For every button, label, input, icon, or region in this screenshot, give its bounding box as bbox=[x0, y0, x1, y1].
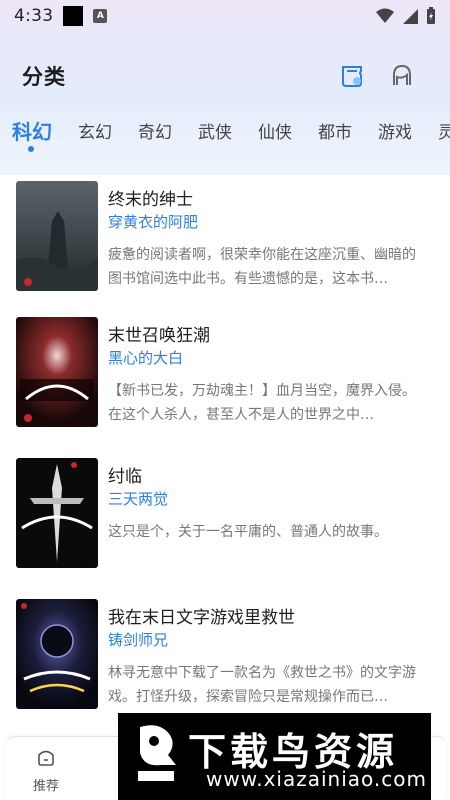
tab-scifi[interactable]: 科幻 bbox=[12, 116, 52, 145]
page-header: 分类 bbox=[0, 56, 450, 96]
book-description: 这只是个，关于一名平庸的、普通人的故事。 bbox=[108, 524, 388, 540]
book-title[interactable]: 终末的绅士 bbox=[108, 185, 193, 210]
bird-logo-icon bbox=[138, 725, 176, 781]
tab-fantasy[interactable]: 奇幻 bbox=[138, 118, 172, 143]
book-item[interactable]: 纣临 三天两觉 这只是个，关于一名平庸的、普通人的故事。 bbox=[0, 452, 450, 572]
book-cover[interactable] bbox=[16, 317, 98, 427]
book-author[interactable]: 穿黄衣的阿肥 bbox=[108, 211, 198, 232]
wifi-icon bbox=[376, 8, 394, 23]
tab-xuanhuan[interactable]: 玄幻 bbox=[78, 118, 112, 143]
user-avatar-icon[interactable] bbox=[390, 64, 414, 88]
book-author[interactable]: 铸剑师兄 bbox=[108, 629, 168, 650]
home-icon bbox=[38, 750, 54, 766]
tab-xianxia[interactable]: 仙侠 bbox=[258, 118, 292, 143]
book-item[interactable]: 我在末日文字游戏里救世 铸剑师兄 林寻无意中下载了一款名为《救世之书》的文字游戏… bbox=[0, 593, 450, 713]
book-cover[interactable] bbox=[16, 599, 98, 709]
watermark-overlay: 下载鸟资源 www.xiazainiao.com bbox=[118, 713, 431, 800]
nav-item-home[interactable]: 推荐 bbox=[26, 747, 66, 794]
tab-ling[interactable]: 灵 bbox=[438, 118, 450, 143]
book-item[interactable]: 终末的绅士 穿黄衣的阿肥 疲惫的阅读者啊，很荣幸你能在这座沉重、幽暗的图书馆间选… bbox=[0, 175, 450, 295]
book-author[interactable]: 三天两觉 bbox=[108, 488, 168, 509]
signal-icon bbox=[403, 9, 418, 24]
book-description: 疲惫的阅读者啊，很荣幸你能在这座沉重、幽暗的图书馆间选中此书。有些遗憾的是，这本… bbox=[108, 247, 416, 287]
book-item[interactable]: 末世召唤狂潮 黑心的大白 【新书已发，万劫魂主！】血月当空，魔界入侵。在这个人杀… bbox=[0, 311, 450, 431]
category-tabs: 科幻 玄幻 奇幻 武侠 仙侠 都市 游戏 灵 bbox=[0, 110, 450, 160]
book-description: 【新书已发，万劫魂主！】血月当空，魔界入侵。在这个人杀人，甚至人不是人的世界之中… bbox=[108, 383, 416, 423]
book-cover[interactable] bbox=[16, 181, 98, 291]
watermark-url: www.xiazainiao.com bbox=[206, 767, 427, 791]
page-title: 分类 bbox=[22, 65, 66, 89]
nav-label-home: 推荐 bbox=[32, 779, 59, 794]
book-title[interactable]: 末世召唤狂潮 bbox=[108, 321, 210, 346]
status-bar: 4:33 A bbox=[0, 0, 450, 32]
tab-wuxia[interactable]: 武侠 bbox=[198, 118, 232, 143]
book-description: 林寻无意中下载了一款名为《救世之书》的文字游戏。打怪升级，探索冒险只是常规操作而… bbox=[108, 665, 416, 705]
tab-game[interactable]: 游戏 bbox=[378, 118, 412, 143]
bookshelf-icon[interactable] bbox=[340, 64, 364, 88]
book-author[interactable]: 黑心的大白 bbox=[108, 347, 183, 368]
battery-icon bbox=[427, 7, 435, 24]
book-title[interactable]: 纣临 bbox=[108, 462, 142, 487]
active-tab-indicator bbox=[28, 146, 34, 152]
notification-square-icon bbox=[63, 6, 84, 26]
status-time: 4:33 bbox=[14, 6, 54, 26]
tab-urban[interactable]: 都市 bbox=[318, 118, 352, 143]
book-title[interactable]: 我在末日文字游戏里救世 bbox=[108, 603, 295, 628]
notification-a-icon: A bbox=[93, 9, 108, 23]
book-cover[interactable] bbox=[16, 458, 98, 568]
